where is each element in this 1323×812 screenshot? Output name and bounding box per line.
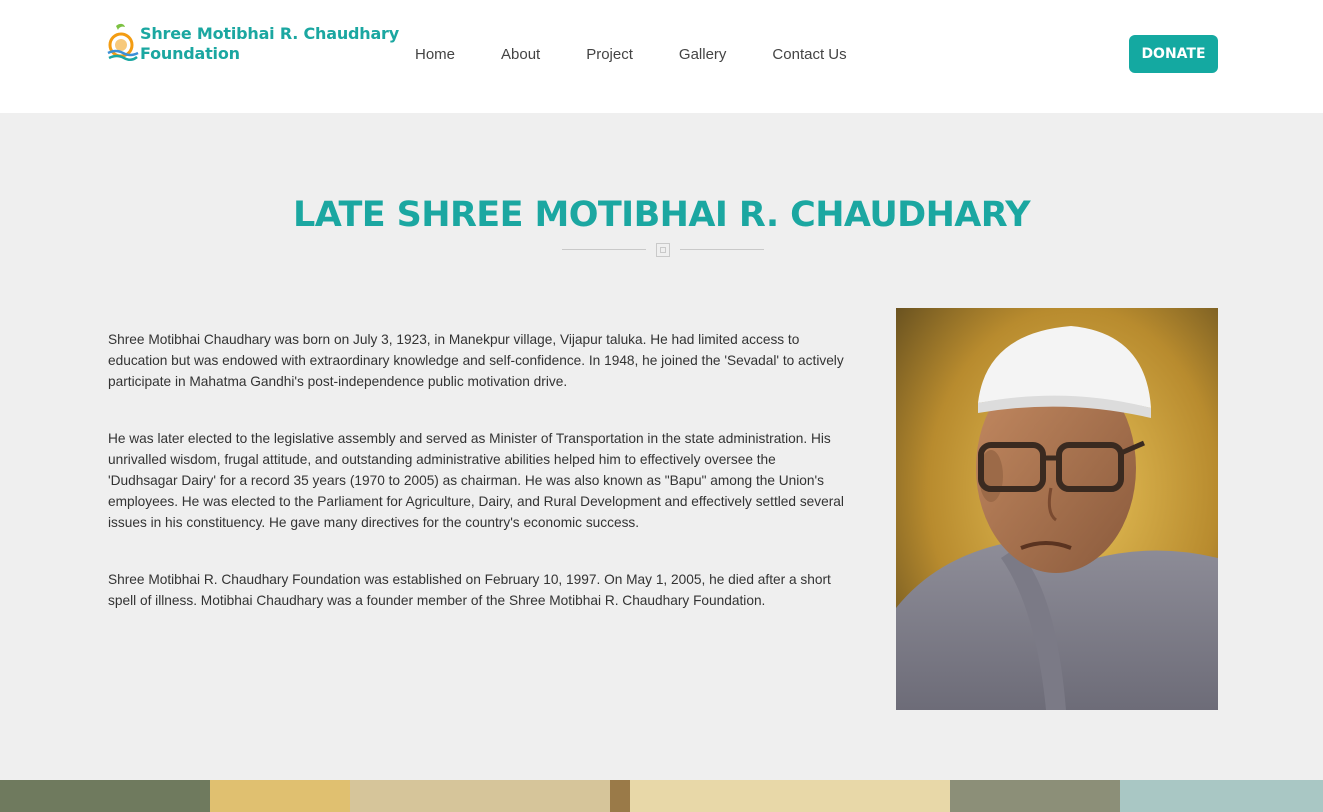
divider-ornament-icon <box>656 243 670 257</box>
page-title: LATE SHREE MOTIBHAI R. CHAUDHARY <box>293 195 1031 235</box>
nav-project[interactable]: Project <box>586 45 633 65</box>
site-logo[interactable]: Shree Motibhai R. Chaudhary Foundation <box>106 22 399 66</box>
divider-line-right <box>680 249 764 250</box>
gallery-preview-strip <box>0 780 1323 812</box>
biography-paragraph: Shree Motibhai R. Chaudhary Foundation w… <box>108 572 831 608</box>
biography-text: Shree Motibhai Chaudhary was born on Jul… <box>108 329 848 647</box>
biography-paragraph: Shree Motibhai Chaudhary was born on Jul… <box>108 332 844 389</box>
site-header: Shree Motibhai R. Chaudhary Foundation H… <box>0 0 1323 113</box>
nav-contact-us[interactable]: Contact Us <box>772 45 846 65</box>
title-divider <box>562 242 764 258</box>
main-nav: Home About Project Gallery Contact Us <box>415 45 893 65</box>
nav-gallery[interactable]: Gallery <box>679 45 727 65</box>
foundation-logo-icon <box>107 23 139 61</box>
logo-title-line1: Shree Motibhai R. Chaudhary <box>140 24 399 43</box>
donate-button[interactable]: DONATE <box>1129 35 1218 73</box>
logo-title-line2: Foundation <box>140 44 240 63</box>
portrait-image <box>896 308 1218 710</box>
nav-about[interactable]: About <box>501 45 540 65</box>
biography-paragraph: He was later elected to the legislative … <box>108 431 844 530</box>
divider-line-left <box>562 249 646 250</box>
nav-home[interactable]: Home <box>415 45 455 65</box>
